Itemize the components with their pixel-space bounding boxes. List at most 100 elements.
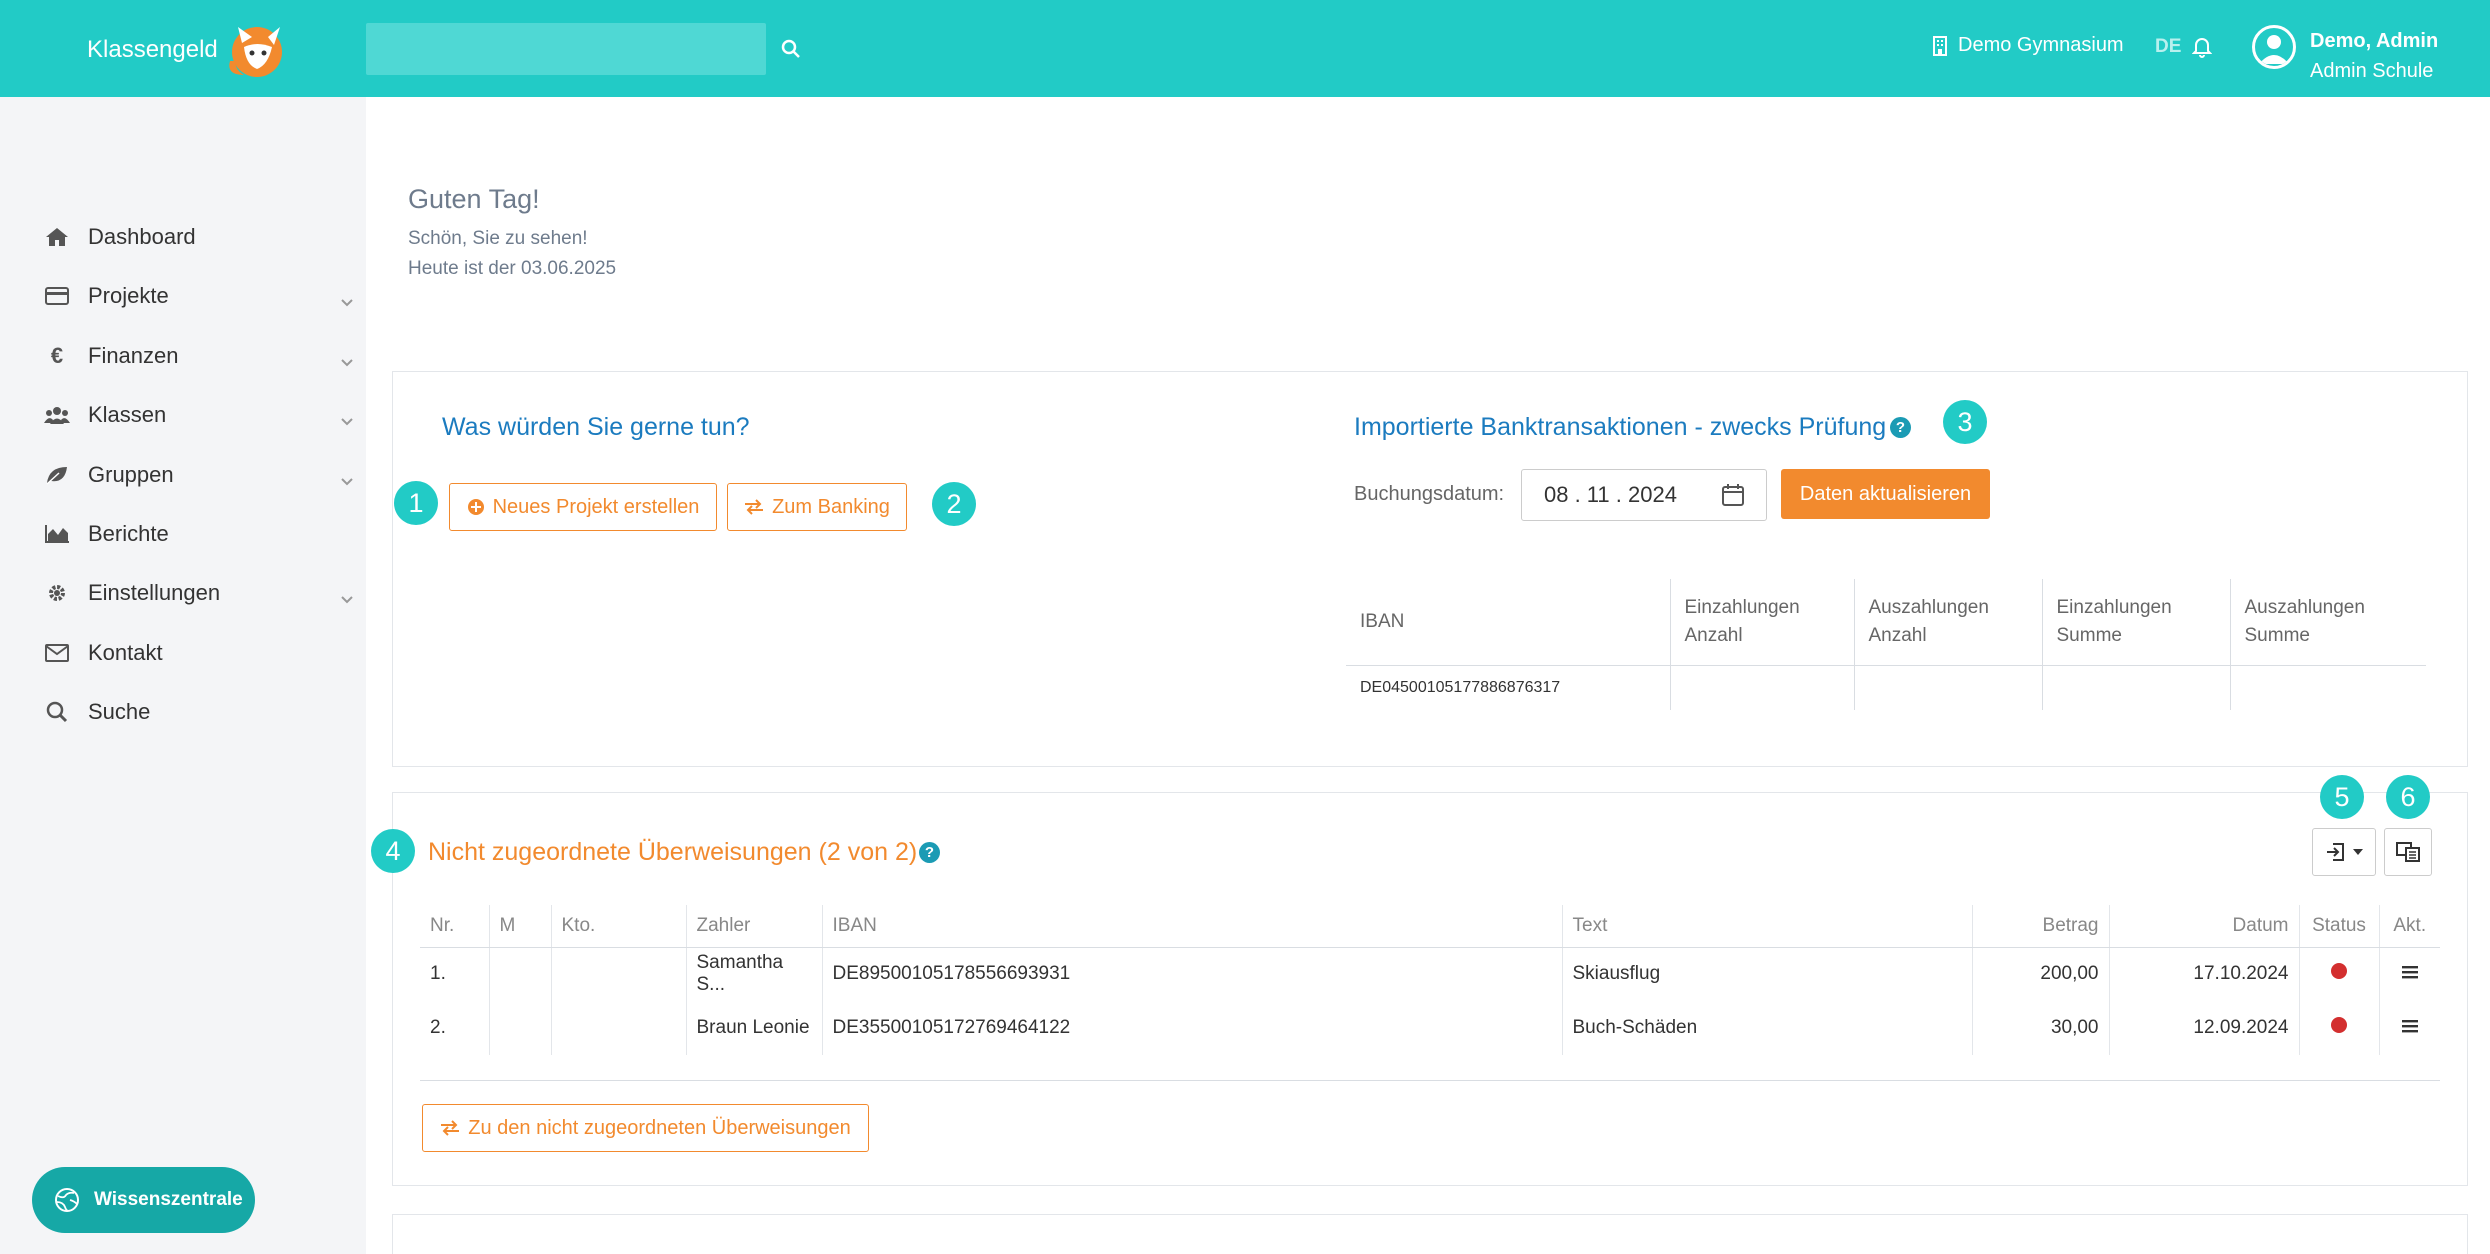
banking-button[interactable]: Zum Banking xyxy=(727,483,907,531)
users-icon xyxy=(44,402,70,428)
avatar[interactable] xyxy=(2252,25,2296,69)
columns-icon xyxy=(2396,842,2420,862)
sidebar-item-finanzen[interactable]: € Finanzen xyxy=(44,336,354,376)
step-badge: 3 xyxy=(1943,400,1987,444)
unassigned-transfers-button[interactable]: Zu den nicht zugeordneten Überweisungen xyxy=(422,1104,869,1152)
actions-title: Was würden Sie gerne tun? xyxy=(442,413,750,441)
table-cell xyxy=(1669,665,1854,710)
menu-icon[interactable] xyxy=(2401,1019,2418,1033)
column-header: IBAN xyxy=(821,905,1562,948)
date-cell: 12.09.2024 xyxy=(2108,1001,2299,1055)
column-header: Auszahlungen Summe xyxy=(2229,579,2426,666)
step-badge: 2 xyxy=(932,482,976,526)
table-cell xyxy=(488,1001,551,1055)
transfers-table: Nr. M Kto. Zahler IBAN Text Betrag Datum… xyxy=(420,905,2440,1055)
leaf-icon xyxy=(44,462,70,488)
chevron-down-icon xyxy=(340,585,354,611)
sidebar-item-einstellungen[interactable]: Einstellungen xyxy=(44,573,354,613)
step-badge: 5 xyxy=(2320,775,2364,819)
iban-cell: DE89500105178556693931 xyxy=(821,947,1562,1001)
gear-icon xyxy=(44,580,70,606)
sidebar-item-label: Suche xyxy=(88,699,151,724)
column-header: Kto. xyxy=(550,905,686,948)
exchange-icon xyxy=(745,499,764,515)
table-row: 1. Samantha S... DE89500105178556693931 … xyxy=(420,947,2440,1001)
step-badge: 1 xyxy=(394,481,438,525)
sidebar-item-label: Dashboard xyxy=(88,224,196,249)
table-cell xyxy=(488,947,551,1001)
chevron-down-icon xyxy=(340,288,354,314)
step-badge: 4 xyxy=(371,829,415,873)
logo[interactable]: Klassengeld xyxy=(87,22,294,77)
knowledge-center-button[interactable]: Wissenszentrale xyxy=(32,1167,255,1233)
sidebar-item-berichte[interactable]: Berichte xyxy=(44,514,354,554)
language-switch[interactable]: DE xyxy=(2155,36,2181,58)
bell-icon xyxy=(2191,38,2213,58)
search-input[interactable] xyxy=(366,23,766,75)
payer-cell: Samantha S... xyxy=(685,947,822,1001)
column-header: Nr. xyxy=(420,905,489,948)
school-selector[interactable]: Demo Gymnasium xyxy=(1932,34,2124,57)
table-cell xyxy=(2229,665,2426,710)
user-name: Demo, Admin xyxy=(2310,30,2439,52)
sidebar-item-projekte[interactable]: Projekte xyxy=(44,276,354,316)
sidebar-item-kontakt[interactable]: Kontakt xyxy=(44,633,354,673)
fox-logo-icon xyxy=(224,21,294,79)
sidebar-item-klassen[interactable]: Klassen xyxy=(44,395,354,435)
table-row: 2. Braun Leonie DE35500105172769464122 B… xyxy=(420,1001,2440,1055)
banking-label: Zum Banking xyxy=(772,495,890,518)
step-badge: 6 xyxy=(2386,775,2430,819)
bank-transactions-table: IBAN Einzahlungen Anzahl Auszahlungen An… xyxy=(1346,579,2426,710)
new-project-label: Neues Projekt erstellen xyxy=(492,495,700,518)
search-icon xyxy=(44,699,70,725)
new-project-button[interactable]: Neues Projekt erstellen xyxy=(449,483,717,531)
greeting-subtitle: Schön, Sie zu sehen! xyxy=(408,228,588,249)
column-header: Einzahlungen Anzahl xyxy=(1669,579,1854,666)
search-button[interactable] xyxy=(774,30,808,68)
envelope-icon xyxy=(44,640,70,666)
exchange-icon xyxy=(441,1120,460,1136)
table-cell xyxy=(550,947,686,1001)
table-cell xyxy=(1853,665,2042,710)
sidebar-item-label: Klassen xyxy=(88,402,167,427)
notifications-button[interactable] xyxy=(2191,36,2213,63)
area-chart-icon xyxy=(44,521,70,547)
greeting-date: Heute ist der 03.06.2025 xyxy=(408,258,617,279)
euro-icon: € xyxy=(50,343,64,368)
user-menu[interactable]: Demo, Admin Admin Schule xyxy=(2310,26,2438,86)
iban-cell: DE04500105177886876317 xyxy=(1360,678,1561,696)
sidebar-item-label: Gruppen xyxy=(88,462,174,487)
amount-cell: 30,00 xyxy=(1971,1001,2109,1055)
user-role: Admin Schule xyxy=(2310,60,2434,82)
row-number: 2. xyxy=(430,1017,446,1038)
action-cell[interactable] xyxy=(2378,947,2440,1001)
transfers-title: Nicht zugeordnete Überweisungen (2 von 2… xyxy=(428,838,918,866)
sidebar-item-label: Kontakt xyxy=(88,640,163,665)
divider xyxy=(420,1080,2440,1081)
plus-circle-icon xyxy=(467,499,484,515)
calendar-icon[interactable] xyxy=(1722,484,1744,512)
export-dropdown-button[interactable] xyxy=(2312,828,2376,876)
bank-title: Importierte Banktransaktionen - zwecks P… xyxy=(1354,413,1887,441)
sidebar-item-gruppen[interactable]: Gruppen xyxy=(44,455,354,495)
booking-date-input[interactable]: 08 . 11 . 2024 xyxy=(1521,469,1767,521)
column-header: IBAN xyxy=(1346,579,1670,666)
next-card xyxy=(392,1214,2468,1254)
help-icon[interactable]: ? xyxy=(919,842,940,863)
payer-cell: Braun Leonie xyxy=(685,1001,822,1055)
sidebar-item-label: Einstellungen xyxy=(88,580,221,605)
sidebar-item-dashboard[interactable]: Dashboard xyxy=(44,217,354,257)
sidebar-item-suche[interactable]: Suche xyxy=(44,692,354,732)
column-header: Zahler xyxy=(685,905,822,948)
caret-down-icon xyxy=(2353,849,2363,855)
refresh-data-button[interactable]: Daten aktualisieren xyxy=(1781,469,1990,519)
iban-cell: DE35500105172769464122 xyxy=(821,1001,1562,1055)
menu-icon[interactable] xyxy=(2401,965,2418,979)
logo-text: Klassengeld xyxy=(87,35,218,63)
text-cell: Buch-Schäden xyxy=(1561,1001,1972,1055)
help-icon[interactable]: ? xyxy=(1890,417,1911,438)
columns-toggle-button[interactable] xyxy=(2384,828,2432,876)
action-cell[interactable] xyxy=(2378,1001,2440,1055)
home-icon xyxy=(44,224,70,250)
column-header: Text xyxy=(1561,905,1972,948)
